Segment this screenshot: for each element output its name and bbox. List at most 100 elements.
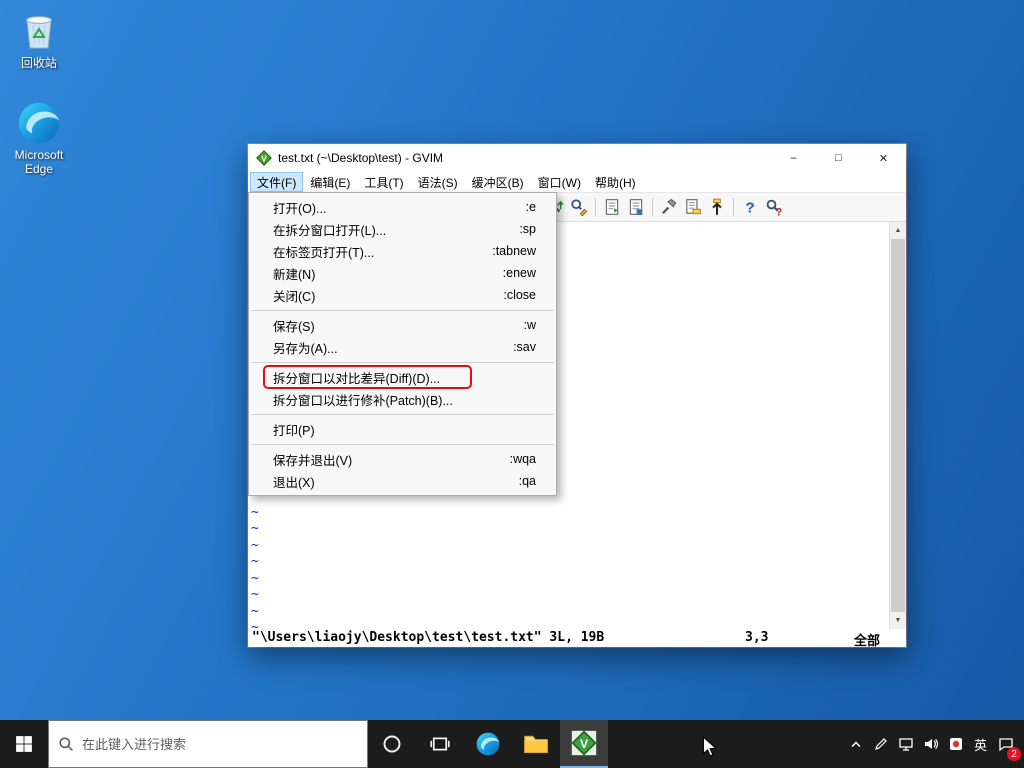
svg-text:V: V <box>580 737 589 751</box>
desktop-icon-microsoft-edge[interactable]: Microsoft Edge <box>0 100 78 176</box>
menu-item-label: 退出(X) <box>273 472 501 491</box>
cortana-button[interactable] <box>368 720 416 768</box>
file-menu-item-12[interactable]: 打印(P) <box>249 418 556 440</box>
notification-badge: 2 <box>1007 747 1021 761</box>
system-tray: 英2 <box>843 720 1024 768</box>
file-menu-item-2[interactable]: 在标签页打开(T)... :tabnew <box>249 240 556 262</box>
edge-icon <box>0 100 78 146</box>
menu-item-shortcut: :close <box>503 288 536 302</box>
desktop: 回收站 Microsoft Edge V <box>0 0 1024 768</box>
desktop-icon-label: 回收站 <box>0 54 78 71</box>
menubar-item-2[interactable]: 工具(T) <box>357 172 410 192</box>
file-explorer-button[interactable] <box>512 720 560 768</box>
titlebar[interactable]: V test.txt (~\Desktop\test) - GVIM – □ ✕ <box>248 144 906 172</box>
chevron-up-icon[interactable] <box>843 720 868 768</box>
menu-item-shortcut: :sp <box>519 222 536 236</box>
minimize-button[interactable]: – <box>771 144 816 172</box>
task-view-icon <box>430 734 450 754</box>
menu-item-shortcut: :tabnew <box>492 244 536 258</box>
menu-item-label: 在标签页打开(T)... <box>273 242 474 261</box>
file-menu-item-3[interactable]: 新建(N) :enew <box>249 262 556 284</box>
menubar-item-3[interactable]: 语法(S) <box>411 172 465 192</box>
help-icon[interactable]: ? <box>738 195 762 219</box>
file-menu-item-7[interactable]: 另存为(A)...:sav <box>249 336 556 358</box>
pen-icon[interactable] <box>868 720 893 768</box>
file-menu-item-9[interactable]: 拆分窗口以对比差异(Diff)(D)... <box>249 366 556 388</box>
ime-app-icon[interactable] <box>943 720 968 768</box>
file-explorer-icon <box>523 731 549 757</box>
menubar-item-6[interactable]: 帮助(H) <box>588 172 643 192</box>
menu-bar: 文件(F)编辑(E)工具(T)语法(S)缓冲区(B)窗口(W)帮助(H) <box>248 172 906 192</box>
search-input[interactable] <box>82 737 358 752</box>
menu-item-label: 保存并退出(V) <box>273 450 492 469</box>
network-icon[interactable] <box>893 720 918 768</box>
make-icon[interactable] <box>657 195 681 219</box>
scroll-up-icon[interactable]: ▲ <box>890 222 906 239</box>
status-scroll-position: 全部 <box>854 630 880 649</box>
svg-text:V: V <box>261 153 267 163</box>
file-menu-item-1[interactable]: 在拆分窗口打开(L)... :sp <box>249 218 556 240</box>
tag-jump-icon[interactable] <box>705 195 729 219</box>
scroll-down-icon[interactable]: ▼ <box>890 612 906 629</box>
svg-text:?: ? <box>776 206 783 216</box>
volume-icon[interactable] <box>918 720 943 768</box>
vertical-scrollbar[interactable]: ▲ ▼ <box>889 222 906 629</box>
file-menu-item-0[interactable]: 打开(O)... :e <box>249 196 556 218</box>
menu-item-shortcut: :e <box>526 200 536 214</box>
desktop-icon-recycle-bin[interactable]: 回收站 <box>0 8 78 71</box>
menubar-item-1[interactable]: 编辑(E) <box>303 172 357 192</box>
menu-separator <box>251 444 554 445</box>
search-icon <box>58 736 74 752</box>
menu-item-shortcut: :sav <box>513 340 536 354</box>
language-indicator[interactable]: 英 <box>968 720 993 768</box>
menu-item-shortcut: :qa <box>519 474 536 488</box>
edge-taskbar-button[interactable] <box>464 720 512 768</box>
taskbar-search[interactable] <box>48 720 368 768</box>
menu-item-label: 在拆分窗口打开(L)... <box>273 220 501 239</box>
build-tags-icon[interactable] <box>681 195 705 219</box>
start-button[interactable] <box>0 720 48 768</box>
file-menu-item-14[interactable]: 保存并退出(V) :wqa <box>249 448 556 470</box>
taskbar: V 英2 <box>0 720 1024 768</box>
cortana-icon <box>382 734 402 754</box>
menu-item-label: 新建(N) <box>273 264 485 283</box>
menu-item-label: 拆分窗口以进行修补(Patch)(B)... <box>273 390 518 409</box>
toolbar-separator <box>733 198 734 216</box>
menu-separator <box>251 414 554 415</box>
action-center-icon[interactable]: 2 <box>993 720 1018 768</box>
menu-item-label: 保存(S) <box>273 316 506 335</box>
menu-item-label: 打印(P) <box>273 420 518 439</box>
windows-logo-icon <box>15 735 33 753</box>
desktop-icon-label: Microsoft Edge <box>0 148 78 176</box>
menu-item-shortcut: :w <box>524 318 537 332</box>
window-title: test.txt (~\Desktop\test) - GVIM <box>278 151 771 165</box>
menu-separator <box>251 362 554 363</box>
replace-icon[interactable] <box>567 195 591 219</box>
file-menu-item-10[interactable]: 拆分窗口以进行修补(Patch)(B)... <box>249 388 556 410</box>
find-help-icon[interactable]: ? <box>762 195 786 219</box>
session-load-icon[interactable] <box>600 195 624 219</box>
toolbar-separator <box>595 198 596 216</box>
menubar-item-5[interactable]: 窗口(W) <box>531 172 588 192</box>
session-save-icon[interactable] <box>624 195 648 219</box>
status-file-info: "\Users\liaojy\Desktop\test\test.txt" 3L… <box>252 630 604 645</box>
vim-app-icon: V <box>256 150 272 166</box>
gvim-icon: V <box>571 730 597 756</box>
recycle-bin-icon <box>0 8 78 52</box>
gvim-window: V test.txt (~\Desktop\test) - GVIM – □ ✕… <box>248 144 906 647</box>
scrollbar-thumb[interactable] <box>891 239 905 612</box>
menubar-item-0[interactable]: 文件(F) <box>250 172 303 192</box>
file-menu-item-4[interactable]: 关闭(C):close <box>249 284 556 306</box>
menu-item-label: 打开(O)... <box>273 198 508 217</box>
file-menu-item-6[interactable]: 保存(S) :w <box>249 314 556 336</box>
file-menu: 打开(O)... :e 在拆分窗口打开(L)... :sp 在标签页打开(T)... :t… <box>248 192 557 496</box>
file-menu-item-15[interactable]: 退出(X) :qa <box>249 470 556 492</box>
menu-item-shortcut: :enew <box>503 266 536 280</box>
task-view-button[interactable] <box>416 720 464 768</box>
menubar-item-4[interactable]: 缓冲区(B) <box>465 172 531 192</box>
maximize-button[interactable]: □ <box>816 144 861 172</box>
menu-item-shortcut: :wqa <box>510 452 536 466</box>
close-button[interactable]: ✕ <box>861 144 906 172</box>
gvim-taskbar-button[interactable]: V <box>560 720 608 768</box>
svg-text:?: ? <box>745 200 754 216</box>
